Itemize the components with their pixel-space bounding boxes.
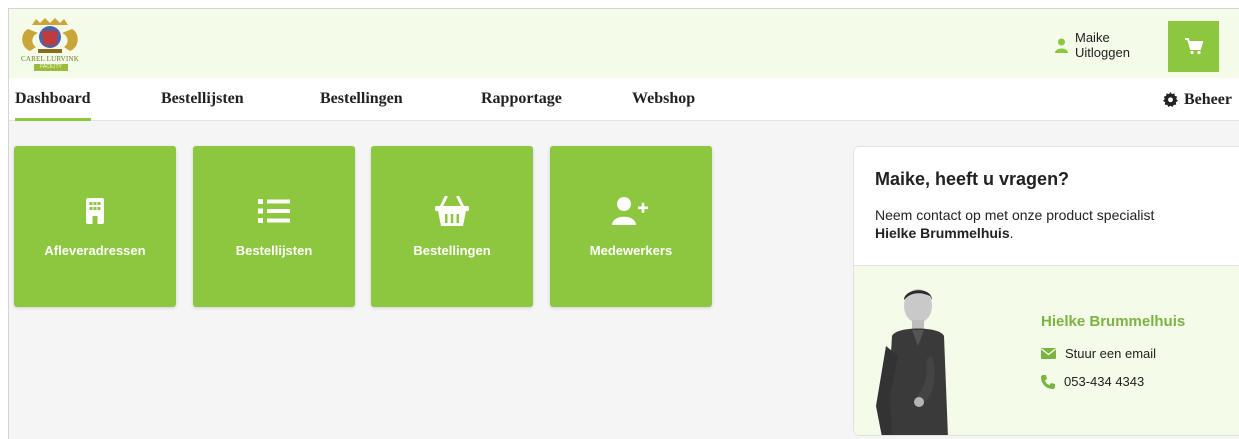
main-nav: Dashboard Bestellijsten Bestellingen Rap…	[9, 78, 1239, 121]
list-icon	[258, 199, 290, 223]
cart-icon	[1184, 38, 1203, 55]
tile-label: Bestellijsten	[235, 243, 313, 258]
crest-icon	[22, 18, 78, 53]
gear-icon	[1163, 92, 1178, 107]
tile-icon-wrap	[371, 193, 533, 229]
contact-suffix: .	[1009, 225, 1014, 241]
tile-label: Afleveradressen	[44, 243, 146, 258]
user-box: Maike Uitloggen	[1055, 28, 1130, 62]
tile-medewerkers[interactable]: Medewerkers	[550, 146, 712, 307]
logo-badge: FACILITY	[34, 64, 68, 71]
contact-card: Maike, heeft u vragen? Neem contact op m…	[853, 146, 1239, 436]
nav-bestellingen[interactable]: Bestellingen	[320, 78, 403, 121]
tile-icon-wrap	[550, 193, 712, 229]
contact-intro: Neem contact op met onze product special…	[875, 207, 1155, 223]
user-name: Maike	[1075, 30, 1110, 45]
tile-bestellingen[interactable]: Bestellingen	[371, 146, 533, 307]
user-icon	[1055, 38, 1068, 53]
app-frame: CAREL LURVINK FACILITY Maike Uitloggen D…	[8, 8, 1239, 439]
nav-bestellijsten[interactable]: Bestellijsten	[161, 78, 244, 121]
envelope-icon	[1041, 348, 1056, 359]
tile-label: Bestellingen	[413, 243, 491, 258]
user-text: Maike Uitloggen	[1075, 30, 1130, 60]
specialist-name: Hielke Brummelhuis	[1041, 313, 1186, 330]
phone-link[interactable]: 053-434 4343	[1041, 374, 1144, 389]
cart-button[interactable]	[1168, 21, 1219, 72]
tile-icon-wrap	[14, 193, 176, 229]
tile-icon-wrap	[193, 193, 355, 229]
phone-number: 053-434 4343	[1064, 374, 1145, 389]
email-link[interactable]: Stuur een email	[1041, 346, 1156, 361]
beheer-menu[interactable]: Beheer	[1163, 78, 1232, 121]
contact-card-header: Maike, heeft u vragen? Neem contact op m…	[854, 147, 1239, 266]
email-label: Stuur een email	[1065, 346, 1157, 361]
nav-dashboard[interactable]: Dashboard	[15, 78, 91, 121]
tile-bestellijsten[interactable]: Bestellijsten	[193, 146, 355, 307]
contact-text: Neem contact op met onze product special…	[875, 206, 1225, 242]
top-header: CAREL LURVINK FACILITY Maike Uitloggen	[9, 9, 1239, 78]
contact-card-body: Hielke Brummelhuis Stuur een email 053-4…	[854, 266, 1239, 435]
contact-title: Maike, heeft u vragen?	[875, 169, 1070, 189]
logout-link[interactable]: Uitloggen	[1075, 45, 1130, 60]
company-logo[interactable]: CAREL LURVINK FACILITY	[12, 17, 88, 75]
tile-afleveradressen[interactable]: Afleveradressen	[14, 146, 176, 307]
user-plus-icon	[612, 197, 648, 225]
nav-rapportage[interactable]: Rapportage	[481, 78, 562, 121]
building-icon	[86, 198, 104, 224]
beheer-label: Beheer	[1184, 90, 1232, 108]
phone-icon	[1041, 374, 1055, 389]
tile-label: Medewerkers	[589, 243, 673, 258]
basket-icon	[435, 196, 469, 226]
specialist-photo	[876, 289, 948, 435]
nav-webshop[interactable]: Webshop	[632, 78, 695, 121]
logo-text: CAREL LURVINK	[21, 55, 79, 63]
contact-specialist-bold: Hielke Brummelhuis	[875, 225, 1010, 241]
